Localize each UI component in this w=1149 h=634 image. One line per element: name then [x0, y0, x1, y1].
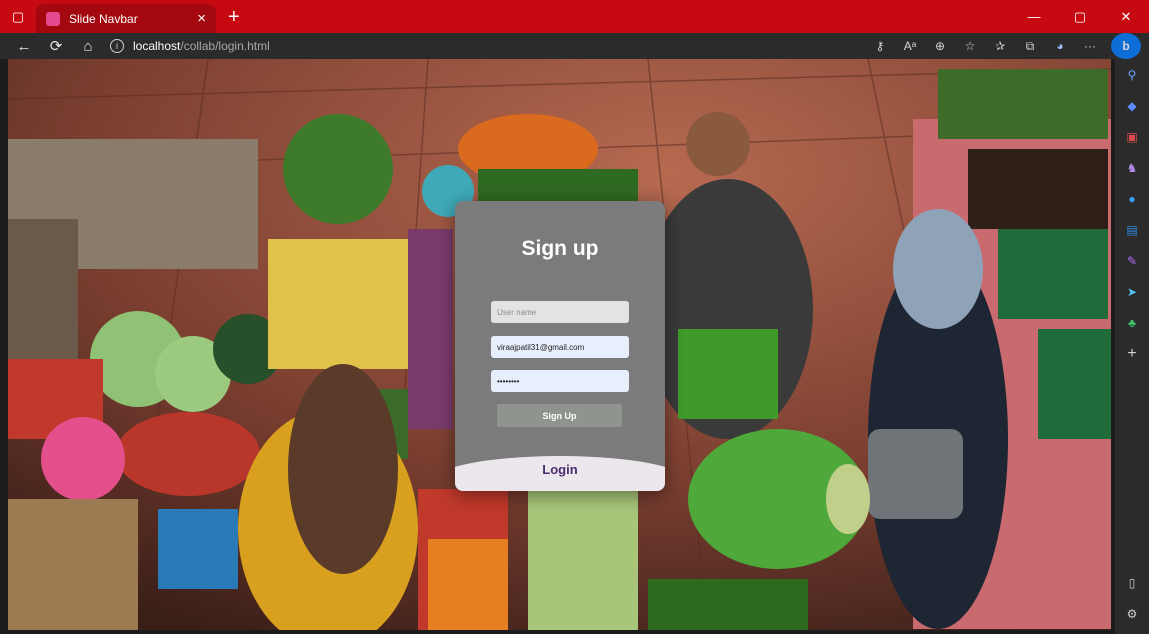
signup-title: Sign up: [521, 237, 599, 260]
copilot-icon[interactable]: b: [1111, 33, 1141, 59]
favorites-icon[interactable]: ✰: [985, 33, 1015, 59]
sidebar-designer-icon[interactable]: ✎: [1115, 249, 1149, 273]
signup-card: Sign up Sign Up Login: [455, 201, 665, 491]
sidebar-send-icon[interactable]: ➤: [1115, 280, 1149, 304]
settings-icon[interactable]: ⚙: [1115, 602, 1149, 626]
password-key-icon[interactable]: ⚷: [865, 33, 895, 59]
tab-actions-icon[interactable]: ▢: [0, 0, 36, 33]
tab-close-icon[interactable]: ×: [197, 11, 206, 26]
collections-icon[interactable]: ⧉: [1015, 33, 1045, 59]
zoom-icon[interactable]: ⊕: [925, 33, 955, 59]
home-icon[interactable]: ⌂: [72, 33, 104, 59]
sidebar-outlook-icon[interactable]: ▤: [1115, 218, 1149, 242]
login-label[interactable]: Login: [455, 462, 665, 477]
username-input[interactable]: [491, 301, 629, 323]
more-icon[interactable]: ···: [1075, 33, 1105, 59]
url-path: /collab/login.html: [180, 39, 270, 53]
tab-title: Slide Navbar: [69, 11, 138, 26]
signup-button[interactable]: Sign Up: [497, 404, 622, 427]
password-input[interactable]: [491, 370, 629, 392]
site-info-icon[interactable]: i: [110, 39, 124, 53]
profile-icon[interactable]: ◕: [1045, 33, 1075, 59]
minimize-icon[interactable]: —: [1011, 0, 1057, 33]
sidebar-tree-icon[interactable]: ♣: [1115, 311, 1149, 335]
sidebar-panel-icon[interactable]: ▯: [1115, 571, 1149, 595]
restore-icon[interactable]: ▢: [1057, 0, 1103, 33]
page-viewport: Sign up Sign Up Login: [8, 59, 1111, 630]
tab-slide-navbar[interactable]: Slide Navbar ×: [36, 4, 216, 33]
reload-icon[interactable]: ⟳: [40, 33, 72, 59]
toolbar-actions: ⚷ Aᵃ ⊕ ☆ ✰ ⧉ ◕ ··· b: [865, 33, 1149, 59]
sidebar-tag-icon[interactable]: ◆: [1115, 94, 1149, 118]
new-tab-icon[interactable]: +: [228, 7, 240, 27]
url-host: localhost: [133, 39, 181, 53]
sidebar-tools-icon[interactable]: ▣: [1115, 125, 1149, 149]
browser-sidebar: ⚲ ◆ ▣ ♞ ● ▤ ✎ ➤ ♣ + ▯ ⚙: [1115, 59, 1149, 634]
back-icon[interactable]: ←: [8, 33, 40, 59]
sidebar-games-icon[interactable]: ♞: [1115, 156, 1149, 180]
browser-toolbar: ← ⟳ ⌂ i localhost/collab/login.html ⚷ Aᵃ…: [0, 33, 1149, 59]
address-bar[interactable]: i localhost/collab/login.html: [110, 35, 710, 57]
add-favorite-icon[interactable]: ☆: [955, 33, 985, 59]
browser-titlebar: ▢ Slide Navbar × + — ▢ ✕: [0, 0, 1149, 33]
read-aloud-icon[interactable]: Aᵃ: [895, 33, 925, 59]
sidebar-add-icon[interactable]: +: [1115, 342, 1149, 366]
email-input[interactable]: [491, 336, 629, 358]
sidebar-office-icon[interactable]: ●: [1115, 187, 1149, 211]
sidebar-search-icon[interactable]: ⚲: [1115, 63, 1149, 87]
window-controls: — ▢ ✕: [1011, 0, 1149, 33]
close-window-icon[interactable]: ✕: [1103, 0, 1149, 33]
tab-favicon-icon: [46, 11, 60, 26]
